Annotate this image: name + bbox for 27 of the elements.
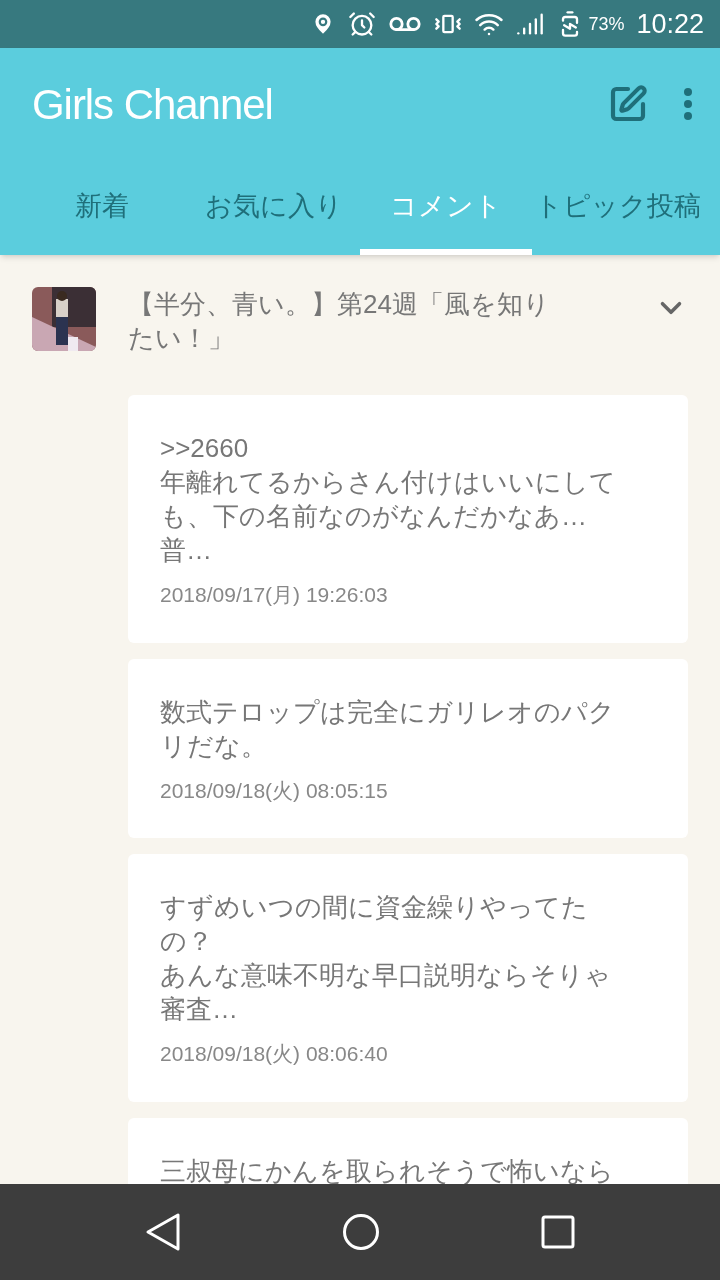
alarm-icon (348, 10, 377, 38)
comment-text: 数式テロップは完全にガリレオのパクリだな。 (160, 695, 616, 763)
more-icon (684, 88, 692, 120)
comment-text: >>2660 (160, 432, 250, 465)
comment-text: 三叔母にかんを取られそうで怖いなら (160, 1154, 615, 1184)
recents-icon[interactable] (541, 1215, 576, 1249)
comment-card[interactable]: すずめいつの間に資金繰りやってたの？ あんな意味不明な早口説明ならそりゃ審査… 2018/09/18(火) 08:06:40 (128, 854, 688, 1102)
battery-percent: 73% (588, 12, 625, 36)
clock: 10:22 (636, 7, 704, 41)
app-title: Girls Channel (32, 79, 274, 130)
tab[interactable]: トピック投稿 (532, 160, 704, 255)
comment-card[interactable]: 三叔母にかんを取られそうで怖いなら (128, 1117, 688, 1184)
comment-date: 2018/09/17(月) 19:26:03 (160, 582, 389, 608)
home-icon[interactable] (342, 1213, 380, 1251)
comment-card[interactable]: 数式テロップは完全にガリレオのパクリだな。 2018/09/18(火) 08:05:15 (128, 658, 688, 838)
comment-text: あんな意味不明な早口説明ならそりゃ審査… (160, 959, 612, 1026)
tab[interactable]: 新着 (16, 160, 188, 255)
comment-text: すずめいつの間に資金繰りやってたの？ (160, 891, 589, 958)
comment-text: 年離れてるからさん付けはいいにしても、下の名前なのがなんだかなあ… (160, 466, 617, 533)
back-icon[interactable] (144, 1212, 181, 1252)
comment-card[interactable]: >>2660 年離れてるからさん付けはいいにしても、下の名前なのがなんだかなあ… 普… 2018/09/17(月) 19:26:03 (128, 395, 688, 643)
topic-title: 【半分、青い。】第24週「風を知りたい！」 (128, 288, 551, 355)
comment-date: 2018/09/18(火) 08:05:15 (160, 777, 389, 804)
edit-icon (608, 84, 648, 124)
tab[interactable]: お気に入り (188, 160, 360, 255)
comment-date: 2018/09/18(火) 08:06:40 (160, 1041, 389, 1067)
comment-text: 普… (160, 534, 213, 567)
